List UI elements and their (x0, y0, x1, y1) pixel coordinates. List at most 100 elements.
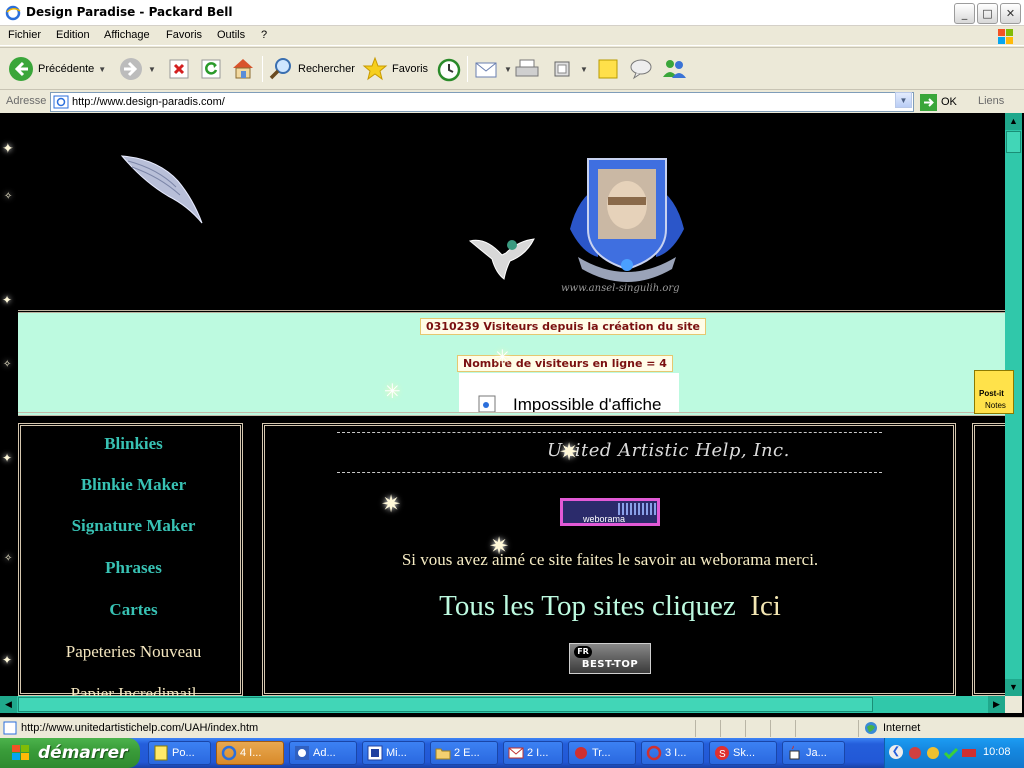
forward-arrow-icon (120, 58, 142, 80)
nav-link-papeteries[interactable]: Papeteries Nouveau (21, 642, 246, 662)
tr-icon (575, 747, 587, 759)
postit-notes-icon[interactable]: Post-it Notes (974, 370, 1014, 414)
task-button[interactable]: 3 I... (641, 741, 704, 765)
mail-button[interactable]: ▼ (474, 54, 512, 84)
broken-frame-message: Impossible d'affiche (513, 395, 662, 412)
messenger-icon[interactable] (660, 57, 688, 81)
scroll-left-icon[interactable]: ◀ (0, 696, 17, 713)
dove-image (468, 238, 535, 280)
task-button[interactable]: Po... (148, 741, 211, 765)
nav-link-blinkies[interactable]: Blinkies (21, 434, 246, 454)
weborama-label: weborama (583, 514, 626, 524)
tray-expand-icon[interactable]: ❮ (889, 745, 903, 759)
top-sites-link[interactable]: Ici (750, 590, 781, 622)
broken-frame: Impossible d'affiche (459, 373, 679, 412)
title-bar: Design Paradise - Packard Bell _ □ ✕ (0, 0, 1024, 26)
history-icon[interactable] (436, 57, 462, 83)
nav-link-signature-maker[interactable]: Signature Maker (21, 516, 246, 536)
tray-antivirus-icon[interactable] (961, 745, 977, 761)
start-button[interactable]: démarrer (0, 738, 140, 768)
tray-security-icon[interactable] (943, 745, 959, 761)
address-input[interactable]: http://www.design-paradis.com/ (50, 92, 914, 112)
discuss-icon[interactable] (628, 57, 654, 81)
postit-sublabel: Notes (985, 401, 1006, 410)
chevron-down-icon[interactable]: ▼ (504, 65, 512, 74)
page-loading-icon (3, 721, 17, 735)
status-url: http://www.unitedartistichelp.com/UAH/in… (21, 722, 259, 734)
minimize-button[interactable]: _ (954, 3, 975, 24)
maximize-button[interactable]: □ (977, 3, 998, 24)
ie-icon (646, 745, 662, 761)
status-bar: http://www.unitedartistichelp.com/UAH/in… (0, 717, 1024, 738)
chevron-down-icon[interactable]: ▼ (98, 65, 106, 74)
tray-network-icon[interactable] (925, 745, 941, 761)
app-icon (367, 745, 383, 761)
stop-icon[interactable] (168, 58, 190, 80)
skype-icon: S (715, 746, 729, 760)
links-toolbar[interactable]: Liens (978, 95, 1004, 107)
mail-icon (508, 747, 524, 759)
close-button[interactable]: ✕ (1000, 3, 1021, 24)
menu-fichier[interactable]: Fichier (8, 29, 41, 41)
best-top-label: BEST-TOP (581, 659, 639, 670)
task-button[interactable]: Tr... (568, 741, 636, 765)
header-banner: www.ansel-singulih.org (18, 113, 1005, 313)
search-icon (269, 58, 291, 80)
best-top-fr: FR (574, 646, 592, 658)
menu-favoris[interactable]: Favoris (166, 29, 202, 41)
refresh-icon[interactable] (200, 58, 222, 80)
edit-button[interactable]: ▼ (550, 54, 588, 84)
print-icon[interactable] (514, 58, 540, 80)
scroll-thumb-horizontal[interactable] (18, 697, 873, 712)
task-button-active[interactable]: 4 I... (216, 741, 284, 765)
folder-icon (435, 748, 451, 760)
scroll-down-icon[interactable]: ▼ (1005, 679, 1022, 696)
task-button[interactable]: Mi... (362, 741, 425, 765)
address-dropdown-button[interactable]: ▼ (895, 92, 912, 108)
chevron-down-icon[interactable]: ▼ (580, 65, 588, 74)
ie-icon (5, 5, 21, 21)
divider (337, 472, 882, 473)
scroll-up-icon[interactable]: ▲ (1005, 113, 1022, 130)
favorites-button[interactable]: Favoris (362, 54, 428, 84)
uah-logo[interactable]: United Artistic Help, Inc. (547, 440, 790, 461)
nav-link-cartes[interactable]: Cartes (21, 600, 246, 620)
task-button[interactable]: 2 E... (430, 741, 498, 765)
menu-affichage[interactable]: Affichage (104, 29, 150, 41)
nav-link-phrases[interactable]: Phrases (21, 558, 246, 578)
start-label: démarrer (38, 743, 128, 763)
forward-button[interactable]: ▼ (118, 54, 156, 84)
sparkle-icon: ✷ (381, 490, 402, 518)
sparkle-icon: ✷ (489, 532, 510, 560)
java-icon (789, 745, 800, 760)
chevron-down-icon[interactable]: ▼ (148, 65, 156, 74)
windows-logo-icon (12, 745, 29, 760)
task-button[interactable]: Ja... (782, 741, 845, 765)
scroll-corner (1005, 696, 1022, 713)
ie-icon (221, 745, 237, 761)
go-button[interactable]: OK (920, 92, 957, 112)
task-button[interactable]: Ad... (289, 741, 357, 765)
address-url: http://www.design-paradis.com/ (72, 96, 225, 108)
horizontal-scrollbar[interactable]: ◀ ▶ (0, 696, 1005, 713)
notes-icon[interactable] (596, 57, 620, 81)
scroll-thumb[interactable] (1006, 131, 1021, 153)
sparkle-icon: ✳ (384, 379, 401, 403)
task-button[interactable]: 2 I... (503, 741, 563, 765)
tray-app-icon[interactable] (907, 745, 923, 761)
menu-help[interactable]: ? (261, 29, 267, 41)
nav-link-blinkie-maker[interactable]: Blinkie Maker (21, 475, 246, 495)
window-title: Design Paradise - Packard Bell (26, 5, 233, 19)
search-button[interactable]: Rechercher (268, 54, 355, 84)
scroll-right-icon[interactable]: ▶ (988, 696, 1005, 713)
weborama-button[interactable]: weborama (560, 498, 660, 526)
internet-zone-icon (865, 722, 877, 734)
best-top-badge[interactable]: FR BEST-TOP (569, 643, 651, 674)
menu-edition[interactable]: Edition (56, 29, 90, 41)
task-button[interactable]: S Sk... (709, 741, 777, 765)
system-tray: ❮ 10:08 (884, 738, 1024, 768)
broken-page-icon (478, 395, 496, 412)
home-icon[interactable] (230, 56, 256, 80)
menu-outils[interactable]: Outils (217, 29, 245, 41)
back-button[interactable]: Précédente ▼ (8, 54, 106, 84)
